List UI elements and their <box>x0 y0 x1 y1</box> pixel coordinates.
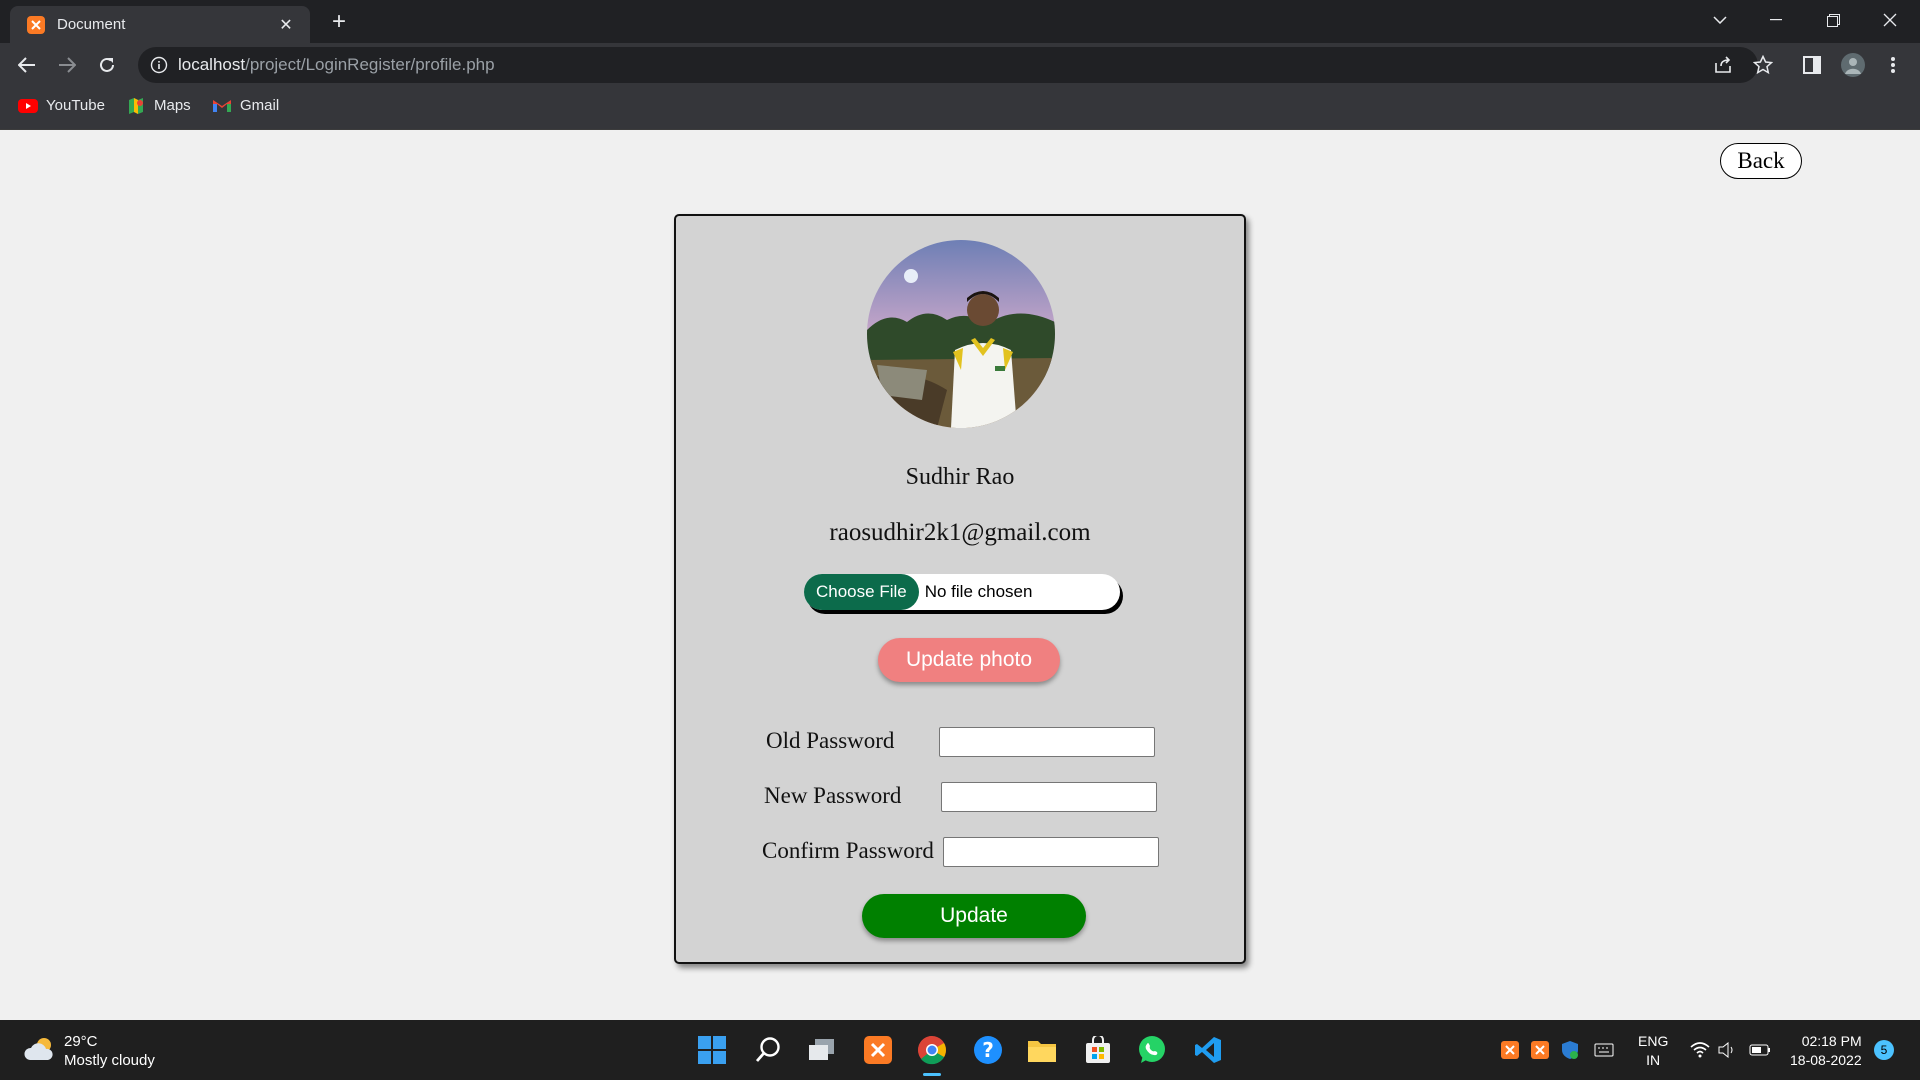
security-shield-icon[interactable] <box>1558 1038 1582 1062</box>
bookmark-maps[interactable]: Maps <box>126 97 191 114</box>
search-icon[interactable] <box>748 1030 788 1070</box>
battery-icon[interactable] <box>1748 1038 1772 1062</box>
user-name: Sudhir Rao <box>905 464 1015 490</box>
profile-card: Sudhir Rao raosudhir2k1@gmail.com Choose… <box>674 214 1246 964</box>
microsoft-store-icon[interactable] <box>1078 1030 1118 1070</box>
user-email: raosudhir2k1@gmail.com <box>829 519 1091 546</box>
language-indicator[interactable]: ENG IN <box>1638 1032 1668 1070</box>
windows-start-icon[interactable] <box>692 1030 732 1070</box>
vscode-icon[interactable] <box>1188 1030 1228 1070</box>
xampp-tray-icon[interactable] <box>1528 1038 1552 1062</box>
tab-search-icon[interactable] <box>1692 0 1748 40</box>
system-clock[interactable]: 02:18 PM 18-08-2022 <box>1790 1032 1862 1070</box>
share-icon[interactable] <box>1710 52 1736 78</box>
bookmark-gmail[interactable]: Gmail <box>212 97 279 114</box>
profile-photo <box>867 240 1055 428</box>
svg-text:?: ? <box>982 1038 994 1062</box>
weather-condition: Mostly cloudy <box>64 1052 155 1069</box>
weather-widget[interactable]: 29°C Mostly cloudy <box>24 1032 155 1070</box>
bookmark-label: Maps <box>154 97 191 114</box>
file-status: No file chosen <box>924 582 1033 601</box>
task-view-icon[interactable] <box>802 1030 842 1070</box>
minimize-button[interactable] <box>1748 0 1804 40</box>
temperature: 29°C <box>64 1033 98 1050</box>
confirm-password-label: Confirm Password <box>762 838 934 863</box>
bookmarks-bar: YouTube Maps Gmail <box>0 87 1920 130</box>
url-host: localhost <box>178 55 246 74</box>
xampp-tray-icon[interactable] <box>1498 1038 1522 1062</box>
confirm-password-field[interactable] <box>943 837 1159 867</box>
cloudy-weather-icon <box>24 1036 56 1067</box>
update-button[interactable]: Update <box>862 894 1086 938</box>
new-tab-button[interactable]: + <box>325 8 353 36</box>
volume-icon[interactable] <box>1716 1038 1740 1062</box>
tab-title: Document <box>57 16 126 33</box>
notification-badge[interactable]: 5 <box>1874 1040 1894 1060</box>
old-password-label: Old Password <box>766 728 895 753</box>
site-info-icon[interactable] <box>150 56 168 74</box>
address-bar[interactable]: localhost/project/LoginRegister/profile.… <box>138 47 1758 83</box>
new-password-field[interactable] <box>941 782 1157 812</box>
update-photo-button[interactable]: Update photo <box>878 638 1060 682</box>
whatsapp-icon[interactable] <box>1132 1030 1172 1070</box>
old-password-field[interactable] <box>939 727 1155 757</box>
browser-tab[interactable]: Document ✕ <box>10 6 310 43</box>
back-button[interactable]: Back <box>1720 143 1802 179</box>
reload-icon[interactable] <box>92 50 122 80</box>
chrome-icon[interactable] <box>912 1030 952 1076</box>
close-tab-icon[interactable]: ✕ <box>276 15 296 35</box>
choose-file-button[interactable]: Choose File <box>804 574 919 610</box>
browser-tab-strip: Document ✕ + <box>0 0 1920 43</box>
language-code: ENG <box>1638 1033 1669 1049</box>
browser-toolbar: localhost/project/LoginRegister/profile.… <box>0 43 1920 87</box>
taskbar: 29°C Mostly cloudy ? ENG IN 02:18 PM 18-… <box>0 1020 1920 1080</box>
clock-date: 18-08-2022 <box>1790 1052 1862 1068</box>
profile-avatar-icon[interactable] <box>1840 52 1866 78</box>
gmail-icon <box>212 98 232 114</box>
menu-kebab-icon[interactable] <box>1880 52 1906 78</box>
bookmark-youtube[interactable]: YouTube <box>18 97 105 114</box>
photo-file-input[interactable]: Choose File No file chosen <box>804 574 1120 610</box>
keyboard-icon[interactable] <box>1592 1038 1616 1062</box>
clock-time: 02:18 PM <box>1801 1033 1862 1049</box>
close-window-button[interactable] <box>1862 0 1918 40</box>
file-explorer-icon[interactable] <box>1022 1030 1062 1070</box>
bookmark-label: YouTube <box>46 97 105 114</box>
restore-button[interactable] <box>1805 0 1861 40</box>
wifi-icon[interactable] <box>1688 1038 1712 1062</box>
xampp-icon[interactable] <box>858 1030 898 1070</box>
help-icon[interactable]: ? <box>968 1030 1008 1070</box>
bookmark-star-icon[interactable] <box>1750 52 1776 78</box>
new-password-label: New Password <box>764 783 902 808</box>
region-code: IN <box>1646 1052 1661 1068</box>
youtube-icon <box>18 98 38 114</box>
maps-icon <box>126 97 146 114</box>
forward-arrow-icon[interactable] <box>52 50 82 80</box>
xampp-icon <box>27 15 45 34</box>
side-panel-icon[interactable] <box>1799 52 1825 78</box>
url-path: /project/LoginRegister/profile.php <box>245 55 495 74</box>
back-arrow-icon[interactable] <box>12 50 42 80</box>
bookmark-label: Gmail <box>240 97 280 114</box>
